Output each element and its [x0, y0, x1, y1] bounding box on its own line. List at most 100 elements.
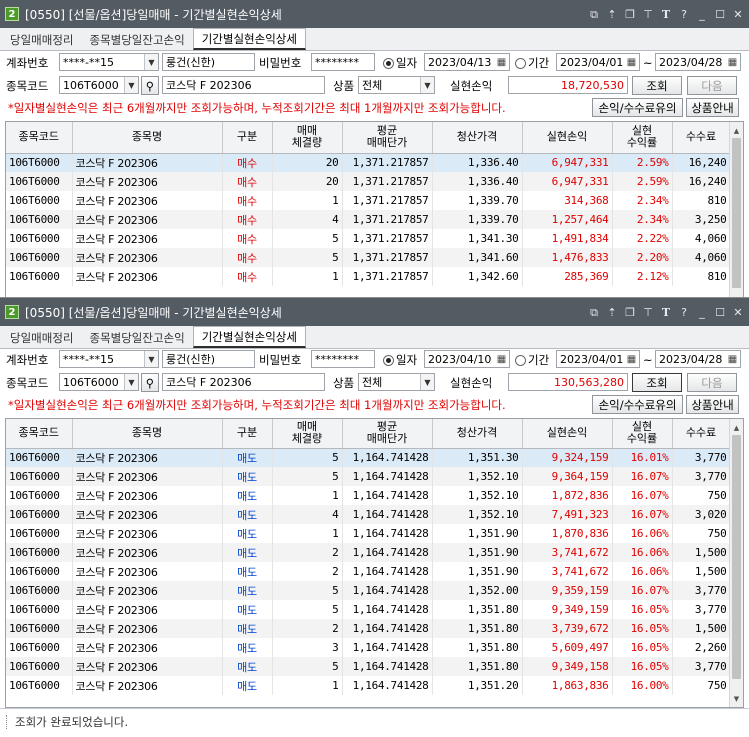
- column-header-avg-price[interactable]: 평균 매매단가: [342, 122, 433, 154]
- pin-icon[interactable]: ⇡: [605, 305, 619, 319]
- minimize-icon[interactable]: _: [695, 305, 709, 319]
- tab-daily-balance[interactable]: 종목별당일잔고손익: [81, 30, 192, 50]
- code-select[interactable]: 106T6000 ▼: [59, 373, 139, 391]
- query-button[interactable]: 조회: [632, 76, 682, 95]
- help-icon[interactable]: ?: [677, 305, 691, 319]
- calendar-icon[interactable]: ▦: [495, 352, 508, 366]
- table-row[interactable]: 106T6000 코스닥 F 202306 매도 4 1,164.741428 1,352…: [6, 505, 731, 524]
- table-row[interactable]: 106T6000 코스닥 F 202306 매수 5 1,371.217857 1,341…: [6, 229, 731, 248]
- query-button[interactable]: 조회: [632, 373, 682, 392]
- period-start-input[interactable]: 2023/04/01 ▦: [556, 350, 640, 368]
- column-header-return-rate[interactable]: 실현 수익률: [612, 419, 673, 449]
- chevron-down-icon[interactable]: ▼: [144, 351, 158, 367]
- column-header-close-price[interactable]: 청산가격: [432, 419, 523, 449]
- maximize-icon[interactable]: ☐: [713, 305, 727, 319]
- chevron-down-icon[interactable]: ▼: [420, 374, 434, 390]
- scroll-down-icon[interactable]: ▼: [730, 692, 743, 705]
- table-row[interactable]: 106T6000 코스닥 F 202306 매수 5 1,371.217857 1,341…: [6, 248, 731, 267]
- tab-daily-trade[interactable]: 당일매매정리: [2, 328, 81, 348]
- scroll-thumb[interactable]: [732, 435, 741, 679]
- calendar-icon[interactable]: ▦: [495, 55, 508, 69]
- column-header-code[interactable]: 종목코드: [6, 122, 73, 154]
- radio-off-icon[interactable]: [515, 57, 526, 69]
- vertical-scrollbar[interactable]: ▲: [729, 122, 743, 297]
- pushpin-icon[interactable]: ⊤: [641, 305, 655, 319]
- close-icon[interactable]: ✕: [731, 7, 745, 21]
- column-header-fee[interactable]: 수수료: [672, 122, 731, 154]
- calendar-icon[interactable]: ▦: [625, 352, 638, 366]
- table-row[interactable]: 106T6000 코스닥 F 202306 매도 1 1,164.741428 1,351…: [6, 524, 731, 543]
- code-select[interactable]: 106T6000 ▼: [59, 76, 139, 94]
- next-button[interactable]: 다음: [687, 76, 737, 95]
- table-row[interactable]: 106T6000 코스닥 F 202306 매수 20 1,371.217857 1,33…: [6, 153, 731, 172]
- pushpin-icon[interactable]: ⊤: [641, 7, 655, 21]
- tab-period-realized[interactable]: 기간별실현손익상세: [192, 326, 306, 348]
- table-row[interactable]: 106T6000 코스닥 F 202306 매도 2 1,164.741428 1,351…: [6, 619, 731, 638]
- table-row[interactable]: 106T6000 코스닥 F 202306 매도 3 1,164.741428 1,351…: [6, 638, 731, 657]
- close-icon[interactable]: ✕: [731, 305, 745, 319]
- calendar-icon[interactable]: ▦: [726, 352, 739, 366]
- column-header-side[interactable]: 구분: [222, 419, 273, 449]
- product-select[interactable]: 전체 ▼: [358, 76, 435, 94]
- tab-daily-balance[interactable]: 종목별당일잔고손익: [81, 328, 192, 348]
- link-icon[interactable]: ⧉: [587, 305, 601, 319]
- account-select[interactable]: ****-**15 ▼: [59, 53, 159, 71]
- table-row[interactable]: 106T6000 코스닥 F 202306 매도 1 1,164.741428 1,351…: [6, 676, 731, 695]
- column-header-fee[interactable]: 수수료: [672, 419, 731, 449]
- scroll-up-icon[interactable]: ▲: [730, 124, 743, 137]
- scroll-thumb[interactable]: [732, 138, 741, 288]
- product-guide-button[interactable]: 상품안내: [686, 395, 739, 414]
- calendar-icon[interactable]: ▦: [625, 55, 638, 69]
- password-field[interactable]: ********: [311, 53, 375, 71]
- tab-period-realized[interactable]: 기간별실현손익상세: [192, 28, 306, 50]
- calendar-icon[interactable]: ▦: [726, 55, 739, 69]
- title-bar[interactable]: 2 [0550] [선물/옵션]당일매매 - 기간별실현손익상세 ⧉ ⇡ ❐ ⊤…: [0, 0, 749, 28]
- search-button[interactable]: ⚲: [141, 76, 159, 95]
- column-header-name[interactable]: 종목명: [72, 122, 223, 154]
- table-row[interactable]: 106T6000 코스닥 F 202306 매도 5 1,164.741428 1,352…: [6, 581, 731, 600]
- maximize-icon[interactable]: ☐: [713, 7, 727, 21]
- pin-icon[interactable]: ⇡: [605, 7, 619, 21]
- date-input[interactable]: 2023/04/10 ▦: [424, 350, 510, 368]
- table-row[interactable]: 106T6000 코스닥 F 202306 매수 4 1,371.217857 1,339…: [6, 210, 731, 229]
- tab-daily-trade[interactable]: 당일매매정리: [2, 30, 81, 50]
- fee-notice-button[interactable]: 손익/수수료유의: [592, 98, 683, 117]
- chevron-down-icon[interactable]: ▼: [144, 54, 158, 70]
- column-header-side[interactable]: 구분: [222, 122, 273, 154]
- help-icon[interactable]: ?: [677, 7, 691, 21]
- period-radio[interactable]: 기간: [515, 53, 549, 73]
- table-row[interactable]: 106T6000 코스닥 F 202306 매도 5 1,164.741428 1,351…: [6, 657, 731, 676]
- table-row[interactable]: 106T6000 코스닥 F 202306 매도 5 1,164.741428 1,351…: [6, 448, 731, 467]
- product-guide-button[interactable]: 상품안내: [686, 98, 739, 117]
- font-icon[interactable]: T: [659, 305, 673, 319]
- table-row[interactable]: 106T6000 코스닥 F 202306 매수 1 1,371.217857 1,339…: [6, 191, 731, 210]
- link-icon[interactable]: ⧉: [587, 7, 601, 21]
- table-row[interactable]: 106T6000 코스닥 F 202306 매도 5 1,164.741428 1,352…: [6, 467, 731, 486]
- column-header-name[interactable]: 종목명: [72, 419, 223, 449]
- radio-on-icon[interactable]: [383, 354, 394, 366]
- account-select[interactable]: ****-**15 ▼: [59, 350, 159, 368]
- copy-icon[interactable]: ❐: [623, 305, 637, 319]
- table-row[interactable]: 106T6000 코스닥 F 202306 매도 2 1,164.741428 1,351…: [6, 562, 731, 581]
- date-input[interactable]: 2023/04/13 ▦: [424, 53, 510, 71]
- chevron-down-icon[interactable]: ▼: [124, 374, 138, 390]
- minimize-icon[interactable]: _: [695, 7, 709, 21]
- radio-on-icon[interactable]: [383, 57, 394, 69]
- table-row[interactable]: 106T6000 코스닥 F 202306 매도 5 1,164.741428 1,351…: [6, 600, 731, 619]
- column-header-qty[interactable]: 매매 체결량: [272, 419, 343, 449]
- product-select[interactable]: 전체 ▼: [358, 373, 435, 391]
- period-radio[interactable]: 기간: [515, 350, 549, 370]
- fee-notice-button[interactable]: 손익/수수료유의: [592, 395, 683, 414]
- copy-icon[interactable]: ❐: [623, 7, 637, 21]
- column-header-qty[interactable]: 매매 체결량: [272, 122, 343, 154]
- search-button[interactable]: ⚲: [141, 373, 159, 392]
- date-radio[interactable]: 일자: [383, 53, 417, 73]
- title-bar[interactable]: 2 [0550] [선물/옵션]당일매매 - 기간별실현손익상세 ⧉ ⇡ ❐ ⊤…: [0, 298, 749, 326]
- table-row[interactable]: 106T6000 코스닥 F 202306 매수 1 1,371.217857 1,342…: [6, 267, 731, 286]
- column-header-code[interactable]: 종목코드: [6, 419, 73, 449]
- chevron-down-icon[interactable]: ▼: [420, 77, 434, 93]
- date-radio[interactable]: 일자: [383, 350, 417, 370]
- period-end-input[interactable]: 2023/04/28 ▦: [655, 350, 741, 368]
- period-end-input[interactable]: 2023/04/28 ▦: [655, 53, 741, 71]
- column-header-realized-pnl[interactable]: 실현손익: [522, 419, 613, 449]
